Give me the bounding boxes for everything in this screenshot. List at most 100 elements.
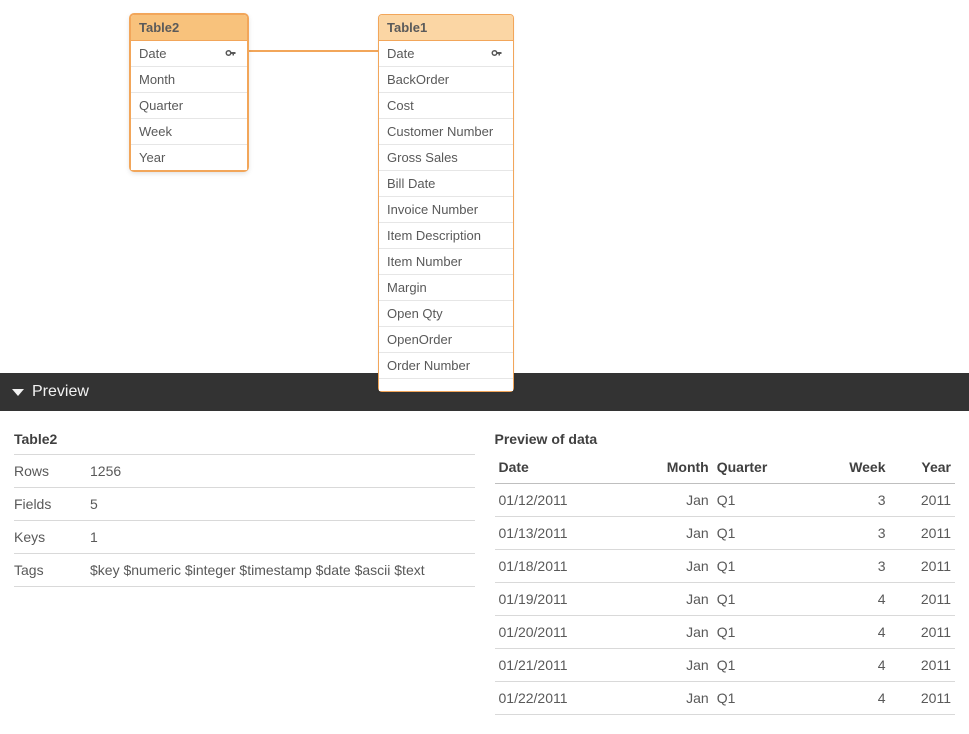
- table-node-table2[interactable]: Table2 Date Month Quarter Week Year: [130, 14, 248, 171]
- field-name: Year: [139, 150, 165, 165]
- table-cell: Jan: [627, 550, 713, 583]
- data-model-canvas[interactable]: Table2 Date Month Quarter Week Year Table1 D…: [0, 0, 969, 373]
- table-field[interactable]: Gross Sales: [379, 145, 513, 171]
- table-field[interactable]: Week: [131, 119, 247, 145]
- table-field[interactable]: Margin: [379, 275, 513, 301]
- metadata-row-tags: Tags $key $numeric $integer $timestamp $…: [14, 553, 475, 587]
- field-name: OpenOrder: [387, 332, 452, 347]
- table-field[interactable]: Order Number: [379, 353, 513, 379]
- table-cell: 4: [813, 616, 889, 649]
- table-cell: Q1: [713, 649, 814, 682]
- table-cell: Jan: [627, 583, 713, 616]
- table-cell: 2011: [890, 484, 955, 517]
- table-header[interactable]: Table2: [131, 15, 247, 41]
- table-cell: Jan: [627, 517, 713, 550]
- table-field[interactable]: BackOrder: [379, 67, 513, 93]
- table-field[interactable]: Open Qty: [379, 301, 513, 327]
- field-name: Bill Date: [387, 176, 435, 191]
- column-header[interactable]: Month: [627, 453, 713, 484]
- metadata-label: Tags: [14, 562, 90, 578]
- data-preview-table: DateMonthQuarterWeekYear 01/12/2011JanQ1…: [495, 453, 956, 715]
- table-field-overflow: [379, 379, 513, 391]
- table-cell: Jan: [627, 649, 713, 682]
- metadata-label: Fields: [14, 496, 90, 512]
- table-row[interactable]: 01/19/2011JanQ142011: [495, 583, 956, 616]
- table-cell: 2011: [890, 550, 955, 583]
- field-name: Item Number: [387, 254, 462, 269]
- table-cell: Jan: [627, 616, 713, 649]
- key-icon: [225, 47, 239, 61]
- table-cell: 01/13/2011: [495, 517, 627, 550]
- table-field-list: Date BackOrder Cost Customer Number Gross Sa…: [379, 41, 513, 391]
- metadata-title: Table2: [14, 431, 475, 454]
- field-name: Margin: [387, 280, 427, 295]
- table-cell: Q1: [713, 550, 814, 583]
- table-field[interactable]: Cost: [379, 93, 513, 119]
- field-name: Quarter: [139, 98, 183, 113]
- table-cell: 01/18/2011: [495, 550, 627, 583]
- table-cell: 2011: [890, 649, 955, 682]
- table-row[interactable]: 01/13/2011JanQ132011: [495, 517, 956, 550]
- table-field[interactable]: Month: [131, 67, 247, 93]
- field-name: Date: [139, 46, 166, 61]
- table-cell: 01/21/2011: [495, 649, 627, 682]
- table-node-table1[interactable]: Table1 Date BackOrder Cost Customer Number G…: [378, 14, 514, 392]
- metadata-value: 1256: [90, 463, 475, 479]
- column-header[interactable]: Date: [495, 453, 627, 484]
- metadata-value: 1: [90, 529, 475, 545]
- table-row[interactable]: 01/18/2011JanQ132011: [495, 550, 956, 583]
- table-cell: 4: [813, 682, 889, 715]
- data-preview: Preview of data DateMonthQuarterWeekYear…: [495, 431, 956, 715]
- table-field[interactable]: OpenOrder: [379, 327, 513, 353]
- table-cell: 3: [813, 484, 889, 517]
- field-name: Month: [139, 72, 175, 87]
- field-name: Open Qty: [387, 306, 443, 321]
- table-field[interactable]: Quarter: [131, 93, 247, 119]
- table-field[interactable]: Item Number: [379, 249, 513, 275]
- table-row[interactable]: 01/21/2011JanQ142011: [495, 649, 956, 682]
- metadata-row-fields: Fields 5: [14, 487, 475, 520]
- field-name: Date: [387, 46, 414, 61]
- table-cell: Q1: [713, 583, 814, 616]
- table-field[interactable]: Item Description: [379, 223, 513, 249]
- table-row[interactable]: 01/20/2011JanQ142011: [495, 616, 956, 649]
- field-name: Gross Sales: [387, 150, 458, 165]
- data-preview-title: Preview of data: [495, 431, 956, 453]
- table-cell: 3: [813, 517, 889, 550]
- table-cell: 2011: [890, 517, 955, 550]
- table-field[interactable]: Customer Number: [379, 119, 513, 145]
- table-cell: Q1: [713, 517, 814, 550]
- table-field[interactable]: Date: [379, 41, 513, 67]
- table-cell: Q1: [713, 484, 814, 517]
- metadata-label: Keys: [14, 529, 90, 545]
- column-header[interactable]: Year: [890, 453, 955, 484]
- metadata-value: 5: [90, 496, 475, 512]
- table-row[interactable]: 01/22/2011JanQ142011: [495, 682, 956, 715]
- table-field[interactable]: Invoice Number: [379, 197, 513, 223]
- table-header[interactable]: Table1: [379, 15, 513, 41]
- column-header[interactable]: Quarter: [713, 453, 814, 484]
- table-cell: Q1: [713, 616, 814, 649]
- table-cell: 2011: [890, 682, 955, 715]
- table-header-row: DateMonthQuarterWeekYear: [495, 453, 956, 484]
- table-cell: 3: [813, 550, 889, 583]
- field-name: BackOrder: [387, 72, 449, 87]
- table-field[interactable]: Bill Date: [379, 171, 513, 197]
- chevron-down-icon: [12, 389, 24, 396]
- table-cell: 01/12/2011: [495, 484, 627, 517]
- table-row[interactable]: 01/12/2011JanQ132011: [495, 484, 956, 517]
- column-header[interactable]: Week: [813, 453, 889, 484]
- table-field[interactable]: Date: [131, 41, 247, 67]
- field-name: Cost: [387, 98, 414, 113]
- key-icon: [491, 47, 505, 61]
- metadata-label: Rows: [14, 463, 90, 479]
- preview-panel-label: Preview: [32, 383, 89, 401]
- table-cell: 01/19/2011: [495, 583, 627, 616]
- metadata-value: $key $numeric $integer $timestamp $date …: [90, 562, 475, 578]
- table-cell: 01/22/2011: [495, 682, 627, 715]
- table-cell: 4: [813, 649, 889, 682]
- table-cell: Jan: [627, 682, 713, 715]
- table-cell: 01/20/2011: [495, 616, 627, 649]
- table-field[interactable]: Year: [131, 145, 247, 170]
- metadata-row-rows: Rows 1256: [14, 454, 475, 487]
